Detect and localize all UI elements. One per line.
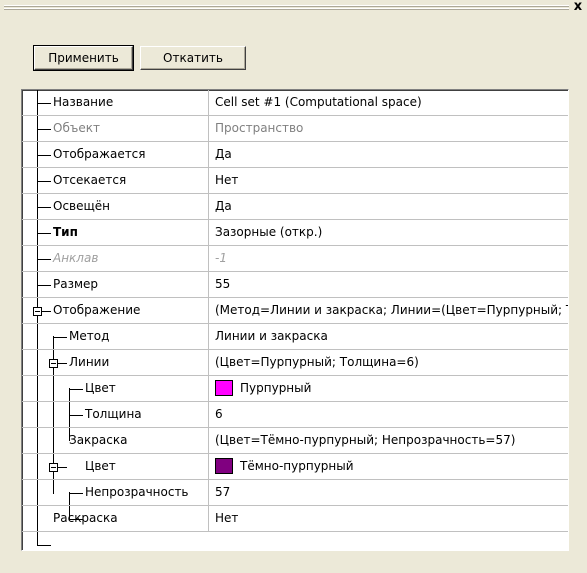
property-row[interactable]: Закраска (Цвет=Тёмно-пурпурный; Непрозрач… [22,428,568,454]
collapse-icon[interactable] [49,463,58,472]
collapse-icon[interactable] [33,307,42,316]
property-value-text: Нет [215,511,239,525]
property-name-cell: Тип [22,220,209,245]
color-swatch [215,457,233,474]
property-row[interactable]: Раскраска Нет [22,506,568,532]
close-icon[interactable]: x [571,0,585,14]
property-name: Цвет [85,459,116,473]
property-name-cell: Закраска [22,428,209,453]
property-row[interactable]: Анклав -1 [22,246,568,272]
property-name: Название [53,95,114,109]
property-row[interactable]: Толщина 6 [22,402,568,428]
property-name-cell: Раскраска [22,506,209,531]
property-row[interactable]: Непрозрачность 57 [22,480,568,506]
property-value-text: (Цвет=Пурпурный; Толщина=6) [215,355,419,369]
property-value[interactable]: Тёмно-пурпурный [210,454,568,479]
property-row[interactable]: Цвет Тёмно-пурпурный [22,454,568,480]
property-value-text: 6 [215,407,223,421]
property-name: Раскраска [53,511,118,525]
property-value[interactable]: Да [210,142,568,167]
property-value-text: 55 [215,277,231,291]
color-swatch [215,379,233,396]
property-value[interactable]: Пространство [210,116,568,141]
property-row[interactable]: Отображение (Метод=Линии и закраска; Лини… [22,298,568,324]
property-name: Объект [53,121,100,135]
property-name: Отображение [53,303,141,317]
property-row[interactable]: Метод Линии и закраска [22,324,568,350]
property-name-cell: Анклав [22,246,209,271]
property-value[interactable]: Cell set #1 (Computational space) [210,90,568,115]
property-row[interactable]: Цвет Пурпурный [22,376,568,402]
property-row[interactable]: Отображается Да [22,142,568,168]
property-name: Линии [69,355,110,369]
revert-button[interactable]: Откатить [140,46,246,70]
property-name: Тип [53,225,78,239]
property-row[interactable]: Линии (Цвет=Пурпурный; Толщина=6) [22,350,568,376]
property-value-text: Нет [215,173,239,187]
property-value[interactable]: Да [210,194,568,219]
property-name-cell: Отсекается [22,168,209,193]
property-name: Метод [69,329,110,343]
property-value[interactable]: Пурпурный [210,376,568,401]
property-name-cell: Объект [22,116,209,141]
property-name-cell: Метод [22,324,209,349]
property-value-text: Да [215,199,232,213]
property-value[interactable]: 6 [210,402,568,427]
property-value-text: Пространство [215,121,304,135]
property-grid: Название Cell set #1 (Computational space… [21,89,569,551]
property-value-text: -1 [215,251,227,265]
property-name: Цвет [85,381,116,395]
property-value[interactable]: Линии и закраска [210,324,568,349]
property-name: Освещён [53,199,111,213]
property-row[interactable]: Размер 55 [22,272,568,298]
property-value-text: Cell set #1 (Computational space) [215,95,422,109]
property-value[interactable]: -1 [210,246,568,271]
property-name-cell: Цвет [22,376,209,401]
property-name: Толщина [85,407,142,421]
property-value-text: Да [215,147,232,161]
property-name-cell: Непрозрачность [22,480,209,505]
property-name: Отображается [53,147,146,161]
property-name-cell: Название [22,90,209,115]
property-row[interactable]: Объект Пространство [22,116,568,142]
property-name-cell: Размер [22,272,209,297]
property-value-text: Зазорные (откр.) [215,225,323,239]
property-row[interactable]: Отсекается Нет [22,168,568,194]
property-row[interactable]: Название Cell set #1 (Computational space… [22,90,568,116]
collapse-icon[interactable] [49,359,58,368]
property-value[interactable]: 57 [210,480,568,505]
property-value-text: Тёмно-пурпурный [240,459,354,473]
property-name: Непрозрачность [85,485,189,499]
property-row[interactable]: Освещён Да [22,194,568,220]
property-name-cell: Освещён [22,194,209,219]
property-value-text: 57 [215,485,231,499]
window-grip-bar[interactable] [4,4,569,12]
property-value-text: (Цвет=Тёмно-пурпурный; Непрозрачность=57… [215,433,516,447]
property-name-cell: Толщина [22,402,209,427]
property-value[interactable]: (Метод=Линии и закраска; Линии=(Цвет=Пур… [210,298,568,323]
property-value-text: (Метод=Линии и закраска; Линии=(Цвет=Пур… [215,303,568,317]
property-name-cell: Отображение [22,298,209,323]
property-name: Анклав [53,251,99,265]
property-name: Отсекается [53,173,127,187]
property-row[interactable]: Тип Зазорные (откр.) [22,220,568,246]
property-value-text: Линии и закраска [215,329,328,343]
property-name: Закраска [69,433,128,447]
property-value-text: Пурпурный [240,381,312,395]
property-value[interactable]: 55 [210,272,568,297]
property-value[interactable]: (Цвет=Тёмно-пурпурный; Непрозрачность=57… [210,428,568,453]
property-value[interactable]: Нет [210,506,568,531]
property-value[interactable]: Нет [210,168,568,193]
property-name: Размер [53,277,99,291]
apply-button[interactable]: Применить [33,45,134,71]
property-value[interactable]: (Цвет=Пурпурный; Толщина=6) [210,350,568,375]
property-name-cell: Отображается [22,142,209,167]
property-value[interactable]: Зазорные (откр.) [210,220,568,245]
